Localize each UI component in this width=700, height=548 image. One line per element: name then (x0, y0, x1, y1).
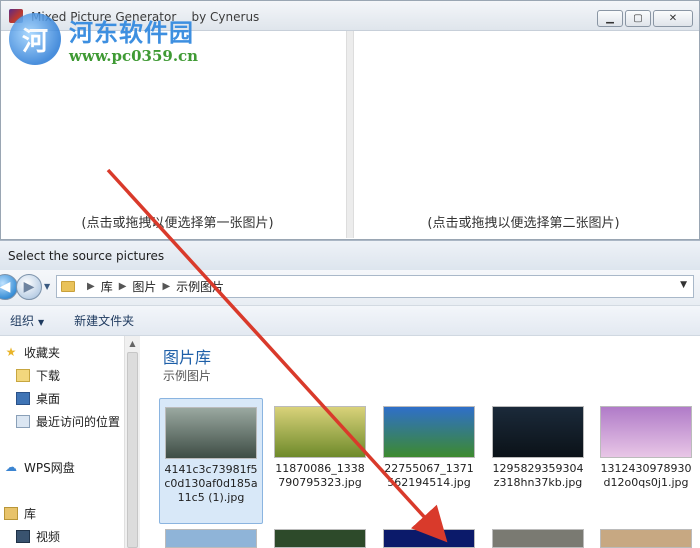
nav-item-label: WPS网盘 (24, 460, 75, 475)
navigation-pane: ★ 收藏夹 下载 桌面 最近访问的位置 ☁ WPS网盘 库 视频 ▲ (0, 336, 140, 548)
nav-item-downloads[interactable]: 下载 (16, 365, 60, 385)
chevron-down-icon: ▼ (38, 318, 45, 327)
nav-item-libraries[interactable]: 库 (4, 503, 36, 523)
organize-label: 组织 (10, 314, 35, 328)
file-thumbnail (165, 407, 257, 459)
dialog-title-bar[interactable]: Select the source pictures (0, 240, 700, 270)
nav-item-label: 最近访问的位置 (36, 414, 121, 429)
forward-arrow-icon: ▶ (23, 279, 35, 295)
address-dropdown-icon[interactable]: ▼ (680, 280, 687, 290)
library-title: 图片库 (163, 348, 212, 367)
window-controls: ▁ ▢ ✕ (597, 10, 693, 27)
file-name: 22755067_1371562194514.jpg (384, 462, 474, 489)
navigation-scrollbar[interactable]: ▲ (124, 336, 140, 548)
nav-item-label: 下载 (36, 368, 61, 383)
file-item[interactable]: 11870086_1338790795323.jpg (268, 398, 372, 490)
address-bar[interactable]: ▶ 库 ▶ 图片 ▶ 示例图片 ▼ (56, 275, 694, 298)
library-subtitle: 示例图片 (163, 369, 212, 383)
star-icon: ★ (5, 345, 17, 359)
back-arrow-icon: ◀ (0, 279, 11, 295)
file-thumbnail (274, 406, 366, 458)
organize-button[interactable]: 组织 ▼ (4, 309, 50, 332)
nav-item-label: 收藏夹 (24, 345, 61, 360)
minimize-button[interactable]: ▁ (597, 10, 623, 27)
downloads-folder-icon (16, 368, 30, 382)
dialog-title: Select the source pictures (8, 249, 165, 263)
scrollbar-thumb[interactable] (127, 352, 138, 548)
library-icon (4, 506, 18, 520)
file-item[interactable]: 22755067_1371562194514.jpg (377, 398, 481, 490)
file-dialog: Select the source pictures ◀ ▶ ▼ ▶ 库 ▶ 图… (0, 240, 700, 548)
breadcrumb-pictures[interactable]: 图片 (132, 278, 156, 295)
breadcrumb-separator-icon[interactable]: ▶ (119, 281, 127, 292)
file-list-area: 图片库 示例图片 4141c3c73981f5c0d130af0d185a11c… (145, 336, 700, 548)
file-name: 4141c3c73981f5c0d130af0d185a11c5 (1).jpg (164, 463, 258, 504)
file-item[interactable]: 4141c3c73981f5c0d130af0d185a11c5 (1).jpg (159, 398, 263, 524)
scroll-up-icon[interactable]: ▲ (125, 336, 140, 352)
maximize-button[interactable]: ▢ (625, 10, 651, 27)
file-item[interactable]: 1295829359304z318hn37kb.jpg (486, 398, 590, 490)
second-picture-hint: (点击或拖拽以便选择第二张图片) (427, 216, 620, 231)
nav-item-wps[interactable]: ☁ WPS网盘 (4, 457, 75, 477)
desktop-icon (16, 391, 30, 405)
file-name: 1295829359304z318hn37kb.jpg (492, 462, 584, 489)
address-bar-area: ◀ ▶ ▼ ▶ 库 ▶ 图片 ▶ 示例图片 ▼ (0, 270, 700, 306)
breadcrumb-separator-icon[interactable]: ▶ (162, 281, 170, 292)
forward-button[interactable]: ▶ (16, 274, 42, 300)
file-thumbnail (383, 406, 475, 458)
folder-icon (61, 281, 75, 292)
watermark-url: www.pc0359.cn (69, 47, 199, 65)
file-thumbnail[interactable] (600, 529, 692, 548)
minimize-icon: ▁ (606, 13, 614, 24)
file-thumbnail (600, 406, 692, 458)
nav-item-recent[interactable]: 最近访问的位置 (16, 411, 120, 431)
file-thumbnail[interactable] (383, 529, 475, 548)
nav-item-label: 库 (24, 506, 37, 521)
file-name: 11870086_1338790795323.jpg (275, 462, 365, 489)
nav-item-label: 桌面 (36, 391, 61, 406)
nav-item-favorites[interactable]: ★ 收藏夹 (4, 342, 60, 362)
nav-item-label: 视频 (36, 529, 61, 544)
close-button[interactable]: ✕ (653, 10, 693, 27)
recent-places-icon (16, 414, 30, 428)
file-thumbnail[interactable] (274, 529, 366, 548)
new-folder-button[interactable]: 新建文件夹 (68, 309, 140, 332)
file-thumbnail[interactable] (165, 529, 257, 548)
nav-item-desktop[interactable]: 桌面 (16, 388, 60, 408)
dialog-toolbar: 组织 ▼ 新建文件夹 (0, 306, 700, 336)
file-thumbnail[interactable] (492, 529, 584, 548)
history-dropdown-icon[interactable]: ▼ (44, 282, 50, 291)
cloud-icon: ☁ (5, 460, 17, 474)
breadcrumb-separator-icon[interactable]: ▶ (87, 281, 95, 292)
second-picture-drop-zone[interactable]: (点击或拖拽以便选择第二张图片) (353, 31, 693, 238)
watermark-text: 河东软件园 (69, 18, 194, 47)
nav-item-videos[interactable]: 视频 (16, 526, 60, 546)
file-thumbnail (492, 406, 584, 458)
video-icon (16, 529, 30, 543)
main-window: Mixed Picture Generator by Cynerus ▁ ▢ ✕… (0, 0, 700, 240)
file-name: 1312430978930d12o0qs0j1.jpg (600, 462, 692, 489)
close-icon: ✕ (668, 13, 678, 24)
breadcrumb-sample-pictures[interactable]: 示例图片 (176, 278, 224, 295)
watermark-logo-icon: 河 (9, 13, 61, 65)
maximize-icon: ▢ (633, 13, 643, 24)
breadcrumb-libraries[interactable]: 库 (101, 278, 113, 295)
first-picture-hint: (点击或拖拽以便选择第一张图片) (81, 216, 274, 231)
file-item[interactable]: 1312430978930d12o0qs0j1.jpg (594, 398, 698, 490)
